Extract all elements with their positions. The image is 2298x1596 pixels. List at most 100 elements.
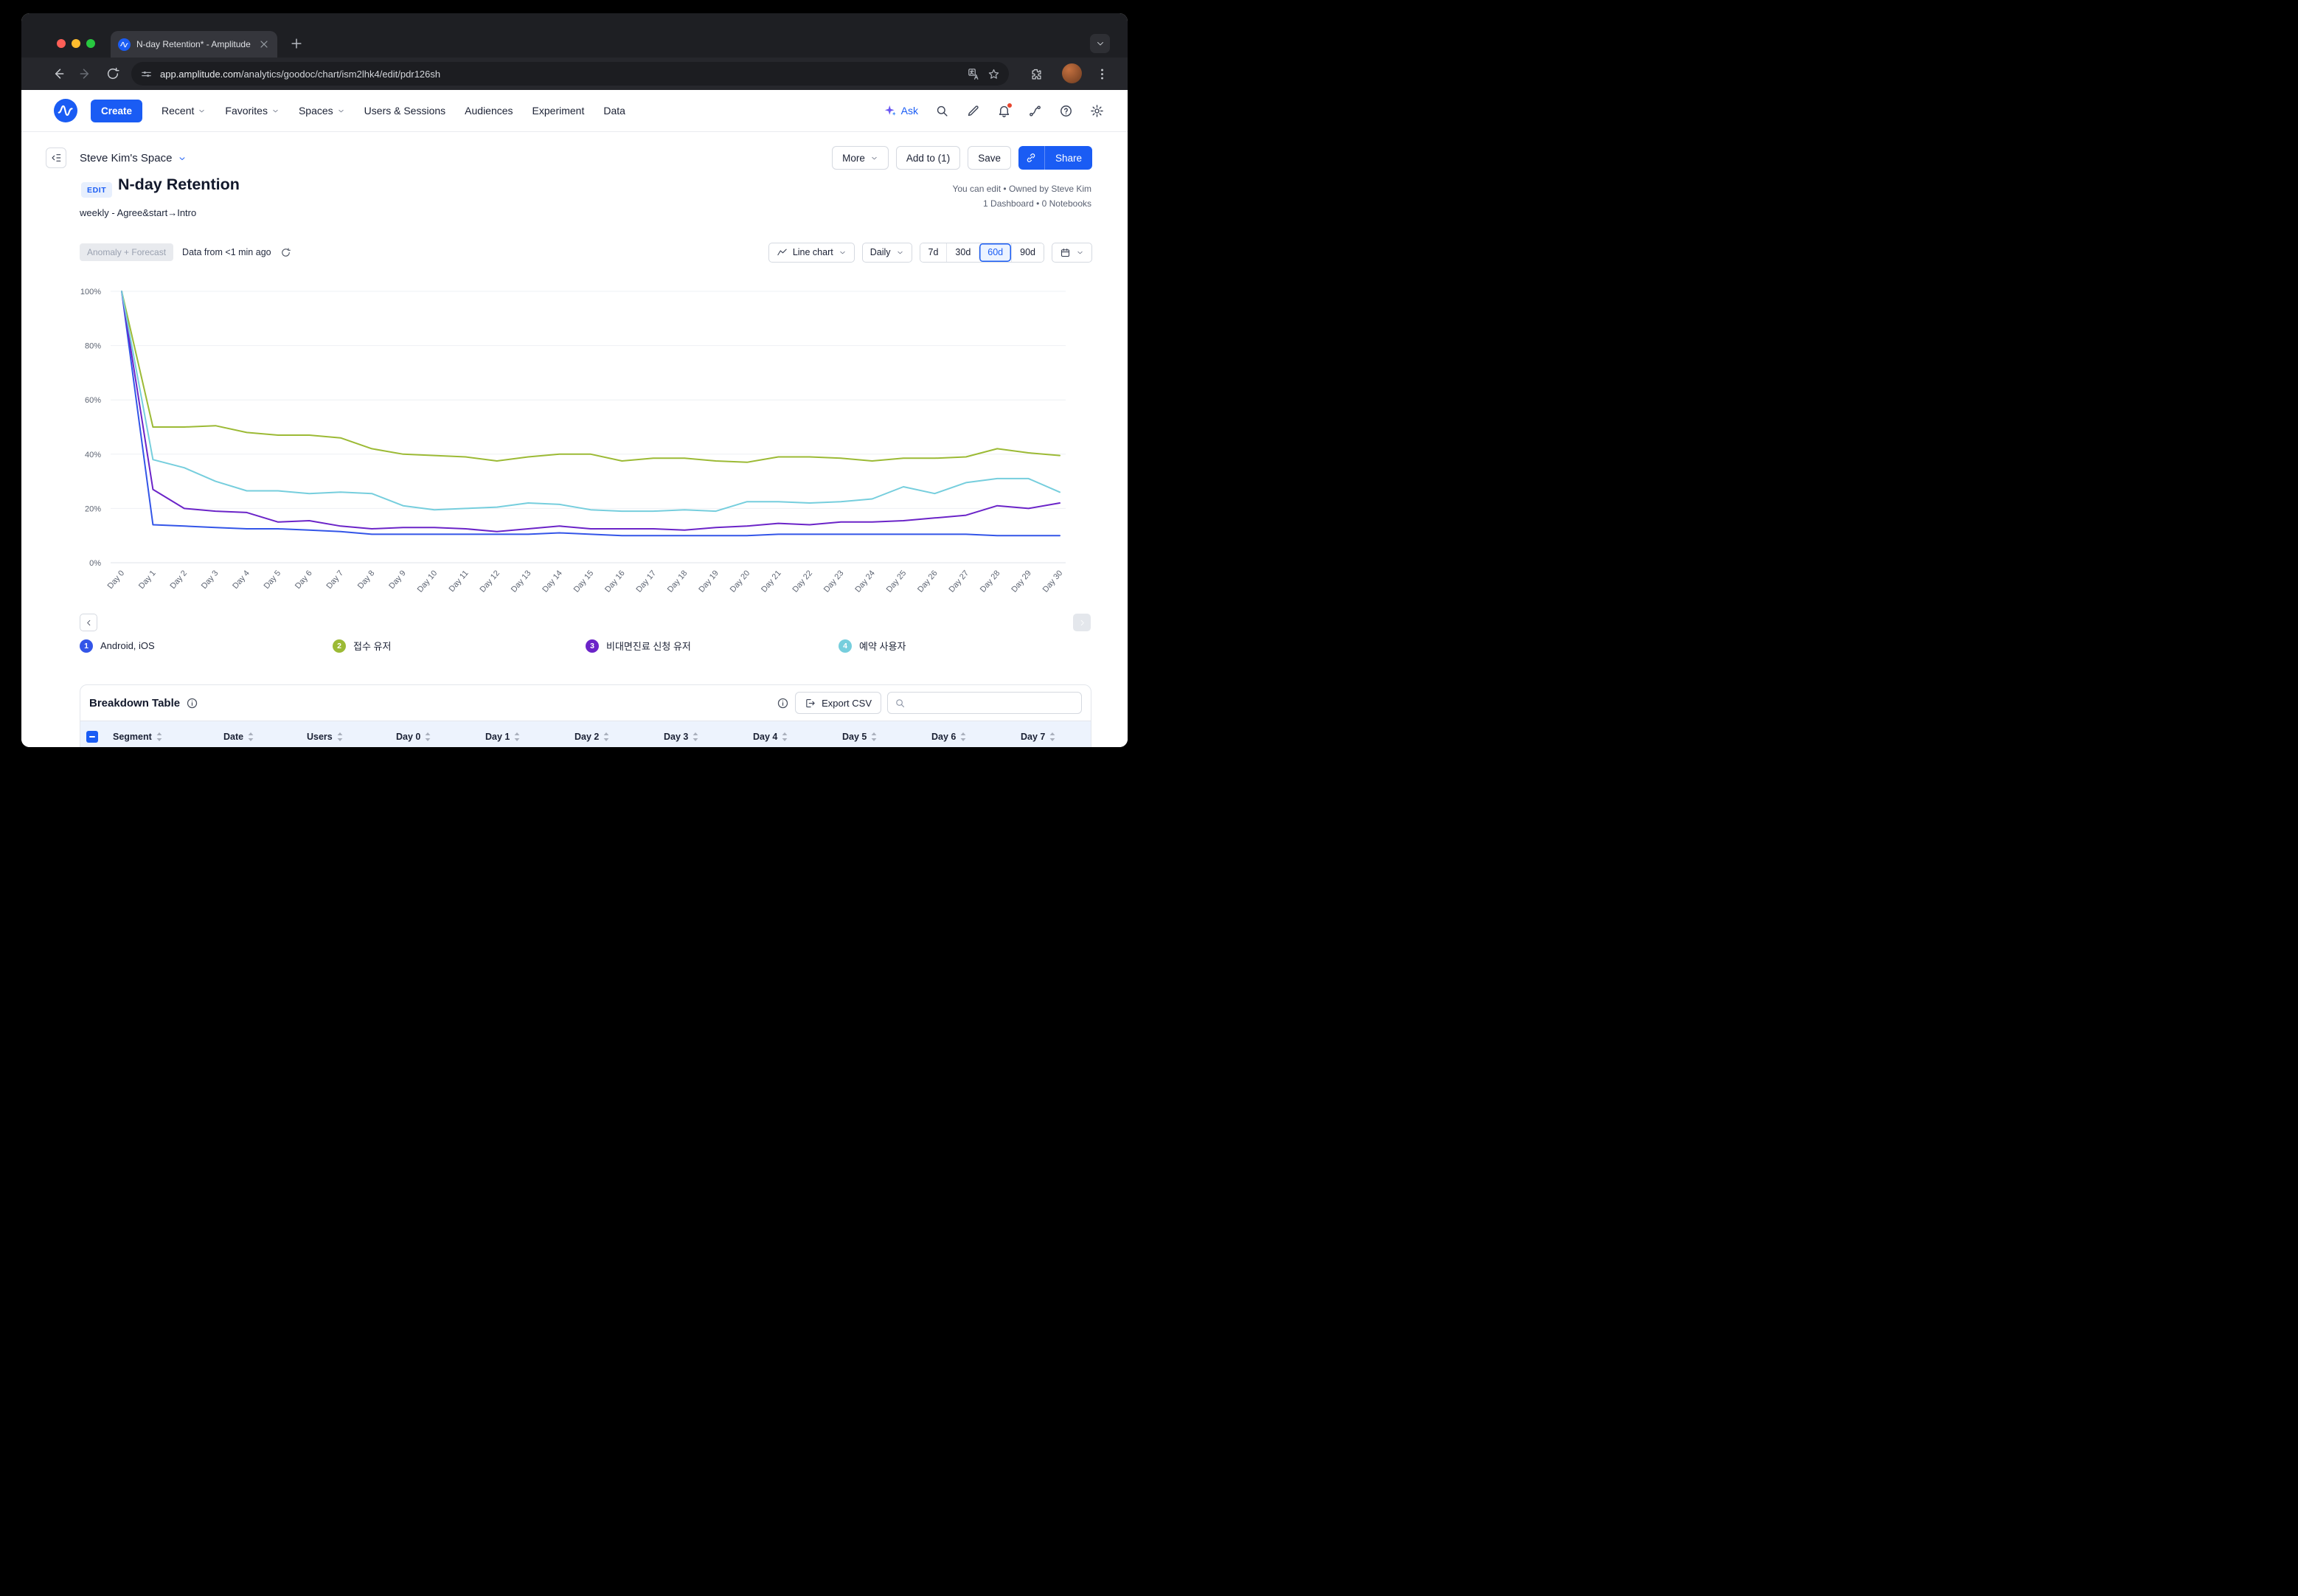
- calendar-button[interactable]: [1052, 242, 1092, 263]
- column-header-day0[interactable]: Day 0: [387, 721, 476, 747]
- page-title[interactable]: N-day Retention: [118, 176, 240, 194]
- svg-text:Day 14: Day 14: [541, 569, 564, 594]
- close-window-button[interactable]: [57, 39, 66, 48]
- column-header-day3[interactable]: Day 3: [655, 721, 744, 747]
- chart-page-right-button[interactable]: [1073, 614, 1091, 631]
- export-csv-button[interactable]: Export CSV: [795, 692, 881, 714]
- column-header-date[interactable]: Date: [215, 721, 298, 747]
- nav-data[interactable]: Data: [603, 105, 625, 117]
- sort-icon[interactable]: [871, 732, 877, 741]
- help-icon[interactable]: [1059, 104, 1073, 118]
- anomaly-forecast-button[interactable]: Anomaly + Forecast: [80, 243, 174, 261]
- select-all-checkbox[interactable]: [80, 721, 104, 747]
- export-icon: [806, 698, 815, 707]
- ask-button[interactable]: Ask: [884, 104, 918, 117]
- sort-icon[interactable]: [337, 732, 343, 741]
- browser-tab[interactable]: N-day Retention* - Amplitude: [111, 31, 277, 58]
- range-7d[interactable]: 7d: [920, 243, 947, 262]
- create-button[interactable]: Create: [91, 99, 143, 122]
- legend-item[interactable]: 2 접수 유저: [333, 639, 586, 653]
- reload-button[interactable]: [105, 66, 120, 81]
- sort-icon[interactable]: [603, 732, 609, 741]
- column-header-day4[interactable]: Day 4: [744, 721, 833, 747]
- chart-page-left-button[interactable]: [80, 614, 97, 631]
- save-button[interactable]: Save: [968, 146, 1011, 170]
- minimize-window-button[interactable]: [72, 39, 80, 48]
- sort-icon[interactable]: [1049, 732, 1055, 741]
- chevron-down-icon: [179, 156, 185, 160]
- notifications-button[interactable]: [997, 102, 1013, 118]
- new-tab-button[interactable]: [289, 36, 304, 51]
- forward-button[interactable]: [78, 66, 93, 81]
- column-header-day1[interactable]: Day 1: [476, 721, 566, 747]
- info-icon[interactable]: [777, 697, 789, 709]
- amplitude-logo[interactable]: [54, 99, 77, 122]
- chart-description[interactable]: weekly - Agree&start→Intro: [80, 207, 196, 218]
- space-name[interactable]: Steve Kim's Space: [80, 152, 172, 164]
- breadcrumb[interactable]: Steve Kim's Space: [80, 152, 187, 164]
- bookmark-star-icon[interactable]: [987, 68, 1000, 80]
- sort-icon[interactable]: [514, 732, 520, 741]
- back-button[interactable]: [51, 66, 66, 81]
- nav-recent[interactable]: Recent: [162, 105, 206, 117]
- legend-item[interactable]: 1 Android, iOS: [80, 639, 333, 653]
- add-to-button[interactable]: Add to (1): [895, 146, 961, 170]
- sort-icon[interactable]: [156, 732, 162, 741]
- refresh-data-icon[interactable]: [280, 247, 291, 258]
- svg-text:Day 5: Day 5: [263, 569, 283, 591]
- legend-item[interactable]: 4 예약 사용자: [839, 639, 1091, 653]
- translate-icon[interactable]: [968, 68, 980, 80]
- more-button[interactable]: More: [832, 146, 889, 170]
- desktop-background: N-day Retention* - Amplitude app.amplitu…: [0, 0, 1149, 798]
- column-header-users[interactable]: Users: [298, 721, 387, 747]
- site-settings-icon[interactable]: [140, 68, 153, 80]
- granularity-select[interactable]: Daily: [861, 242, 912, 263]
- chart-type-select[interactable]: Line chart: [768, 242, 855, 263]
- search-icon[interactable]: [935, 104, 949, 118]
- browser-menu-icon[interactable]: [1095, 67, 1109, 81]
- nav-favorites[interactable]: Favorites: [225, 105, 280, 117]
- close-tab-icon[interactable]: [258, 38, 270, 50]
- column-header-day5[interactable]: Day 5: [833, 721, 923, 747]
- svg-text:100%: 100%: [80, 288, 101, 296]
- breakdown-search[interactable]: [887, 692, 1082, 714]
- address-bar[interactable]: app.amplitude.com/analytics/goodoc/chart…: [131, 62, 1009, 86]
- column-header-day7[interactable]: Day 7: [1012, 721, 1101, 747]
- nav-experiment[interactable]: Experiment: [532, 105, 585, 117]
- svg-text:80%: 80%: [85, 342, 101, 351]
- sort-icon[interactable]: [692, 732, 698, 741]
- pencil-icon[interactable]: [966, 104, 980, 118]
- range-30d[interactable]: 30d: [946, 243, 979, 262]
- tab-search-button[interactable]: [1090, 34, 1110, 53]
- sort-icon[interactable]: [425, 732, 431, 741]
- nav-spaces[interactable]: Spaces: [299, 105, 345, 117]
- nav-audiences[interactable]: Audiences: [465, 105, 513, 117]
- sidebar-toggle-icon: [52, 154, 61, 162]
- settings-gear-icon[interactable]: [1090, 104, 1104, 118]
- nav-users-sessions[interactable]: Users & Sessions: [364, 105, 445, 117]
- sort-icon[interactable]: [248, 732, 254, 741]
- sort-icon[interactable]: [960, 732, 966, 741]
- legend-item[interactable]: 3 비대면진료 신청 유저: [586, 639, 839, 653]
- breakdown-search-input[interactable]: [910, 697, 1075, 709]
- range-60d[interactable]: 60d: [979, 243, 1012, 262]
- collapse-sidebar-button[interactable]: [46, 148, 66, 168]
- extensions-icon[interactable]: [1029, 67, 1043, 81]
- column-header-day2[interactable]: Day 2: [566, 721, 655, 747]
- zoom-window-button[interactable]: [86, 39, 95, 48]
- url-text[interactable]: app.amplitude.com/analytics/goodoc/chart…: [160, 69, 960, 80]
- profile-avatar[interactable]: [1062, 63, 1082, 83]
- column-header-segment[interactable]: Segment: [104, 721, 215, 747]
- svg-text:Day 3: Day 3: [200, 569, 221, 591]
- column-header-day6[interactable]: Day 6: [923, 721, 1012, 747]
- retention-line-chart[interactable]: 0% 20% 40% 60% 80% 100% Day 0 Day 1 Day 2 Day 3 Da…: [21, 275, 1128, 622]
- usage-text[interactable]: 1 Dashboard • 0 Notebooks: [952, 196, 1091, 211]
- header-actions: Ask: [884, 102, 1104, 118]
- range-90d[interactable]: 90d: [1011, 243, 1044, 262]
- copy-link-button[interactable]: [1018, 146, 1045, 170]
- sort-icon[interactable]: [782, 732, 788, 741]
- info-icon[interactable]: [186, 697, 198, 709]
- svg-text:Day 9: Day 9: [387, 569, 408, 591]
- journeys-icon[interactable]: [1028, 104, 1042, 118]
- share-button[interactable]: Share: [1045, 146, 1092, 170]
